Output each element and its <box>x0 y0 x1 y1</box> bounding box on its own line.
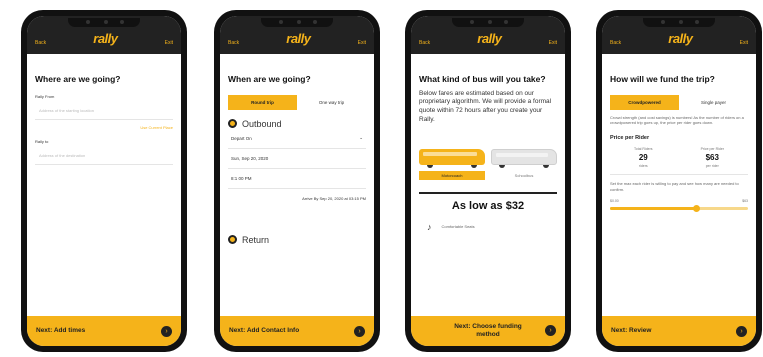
rally-logo: rally <box>93 31 118 46</box>
slider-fill <box>610 207 696 211</box>
arrow-right-icon: › <box>161 325 172 337</box>
rally-logo: rally <box>477 31 502 46</box>
screen-destination: Back rally Exit Where are we going? Rall… <box>27 16 181 346</box>
phone-funding: Back rally Exit How will we fund the tri… <box>596 10 762 352</box>
arrive-by-text: Arrive By Sep 20, 2020 at 03:15 PM <box>302 195 366 201</box>
next-choose-funding-button[interactable]: Next: Choose funding method › <box>411 316 565 346</box>
funding-toggle: Crowdpowered Single payer <box>610 94 748 110</box>
use-current-place-link[interactable]: Use Current Place <box>35 125 173 130</box>
outbound-icon <box>228 119 237 129</box>
screen-funding: Back rally Exit How will we fund the tri… <box>602 16 756 346</box>
from-input[interactable]: Address of the starting location <box>35 102 173 120</box>
slider-range: $0.00 $63 <box>610 199 748 203</box>
next-review-button[interactable]: Next: Review › <box>602 316 756 346</box>
slider-min: $0.00 <box>610 199 619 204</box>
schoolbus-icon <box>491 148 557 165</box>
tab-one-way-trip[interactable]: One way trip <box>297 95 366 110</box>
phone-notch <box>68 18 140 27</box>
next-add-contact-button[interactable]: Next: Add Contact Info › <box>220 316 374 346</box>
time-value: 8:1 ⁠00 PM <box>231 175 252 181</box>
feature-row: ♪ Comfortable Seats <box>419 222 557 232</box>
motorcoach-icon <box>419 148 485 165</box>
page-title: How will we fund the trip? <box>610 74 715 84</box>
date-field[interactable]: Sun, Sep 20, 2020 <box>228 149 366 169</box>
slider-max: $63 <box>742 199 748 204</box>
back-link[interactable]: Back <box>35 40 46 46</box>
to-input[interactable]: Address of the destination <box>35 147 173 165</box>
phone-bus: Back rally Exit What kind of bus will yo… <box>405 10 571 352</box>
phone-notch <box>452 18 524 27</box>
depart-select[interactable]: Depart On ⌄ <box>228 129 366 149</box>
arrow-right-icon: › <box>736 325 747 337</box>
stat-price-per-rider: Price per Rider $63 per rider <box>700 147 724 169</box>
bus-options: Motorcoach Schoolbus <box>419 148 557 180</box>
tab-round-trip[interactable]: Round trip <box>228 94 297 110</box>
cta-label: Next: Choose funding method <box>454 323 522 338</box>
screen-times: Back rally Exit When are we going? Round… <box>220 16 374 346</box>
back-link[interactable]: Back <box>419 40 430 46</box>
phone-notch <box>643 18 715 27</box>
screen-bus: Back rally Exit What kind of bus will yo… <box>411 16 565 346</box>
stat-total-riders: Total Riders 29 riders <box>634 147 653 169</box>
page-title: Where are we going? <box>35 74 121 84</box>
page-title: What kind of bus will you take? <box>419 74 546 84</box>
return-icon <box>228 235 237 245</box>
exit-link[interactable]: Exit <box>358 40 366 46</box>
return-label: Return <box>242 234 270 245</box>
tab-single-payer[interactable]: Single payer <box>679 95 748 110</box>
exit-link[interactable]: Exit <box>740 40 748 46</box>
bus-option-motorcoach[interactable]: Motorcoach <box>419 148 485 180</box>
phone-destination: Back rally Exit Where are we going? Rall… <box>21 10 187 352</box>
tab-crowdpowered[interactable]: Crowdpowered <box>610 94 679 110</box>
price-estimate: As low as $32 <box>419 191 557 212</box>
price-stats: Total Riders 29 riders Price per Rider $… <box>610 147 748 176</box>
funding-explanation: Crowd strength (and cost savings) is num… <box>610 114 744 126</box>
arrow-right-icon: › <box>545 325 556 336</box>
bus-option-label: Motorcoach <box>419 170 485 180</box>
cta-label: Next: Add times <box>36 327 86 335</box>
return-section: Return <box>228 235 366 245</box>
page-title: When are we going? <box>228 74 311 84</box>
cta-label: Next: Review <box>611 327 652 335</box>
onboarding-screens: Back rally Exit Where are we going? Rall… <box>0 0 763 357</box>
from-label: Rally From <box>35 93 55 99</box>
chevron-down-icon: ⌄ <box>359 135 363 141</box>
slider-handle[interactable] <box>692 205 700 213</box>
phone-times: Back rally Exit When are we going? Round… <box>214 10 380 352</box>
fare-explanation: Below fares are estimated based on our p… <box>419 89 552 123</box>
rally-logo: rally <box>668 31 693 46</box>
time-field[interactable]: 8:1 ⁠00 PM <box>228 169 366 189</box>
phone-notch <box>261 18 333 27</box>
to-label: Rally to <box>35 138 49 144</box>
next-add-times-button[interactable]: Next: Add times › <box>27 316 181 346</box>
seat-note: Comfortable Seats <box>441 224 475 230</box>
trip-type-toggle: Round trip One way trip <box>228 94 366 110</box>
depart-value: Depart On <box>231 135 252 141</box>
seat-icon: ♪ <box>427 221 432 232</box>
arrow-right-icon: › <box>354 325 365 337</box>
exit-link[interactable]: Exit <box>549 40 557 46</box>
exit-link[interactable]: Exit <box>165 40 173 46</box>
outbound-label: Outbound <box>242 118 282 129</box>
back-link[interactable]: Back <box>228 40 239 46</box>
outbound-section: Outbound <box>228 119 366 129</box>
cta-label: Next: Add Contact Info <box>229 327 300 335</box>
slider-hint: Set the max each rider is willing to pay… <box>610 181 739 192</box>
date-value: Sun, Sep 20, 2020 <box>231 155 269 161</box>
price-per-rider-heading: Price per Rider <box>610 135 650 142</box>
back-link[interactable]: Back <box>610 40 621 46</box>
bus-option-schoolbus[interactable]: Schoolbus <box>491 148 557 180</box>
bus-option-label: Schoolbus <box>514 172 534 178</box>
price-slider[interactable] <box>610 205 748 213</box>
rally-logo: rally <box>286 31 311 46</box>
